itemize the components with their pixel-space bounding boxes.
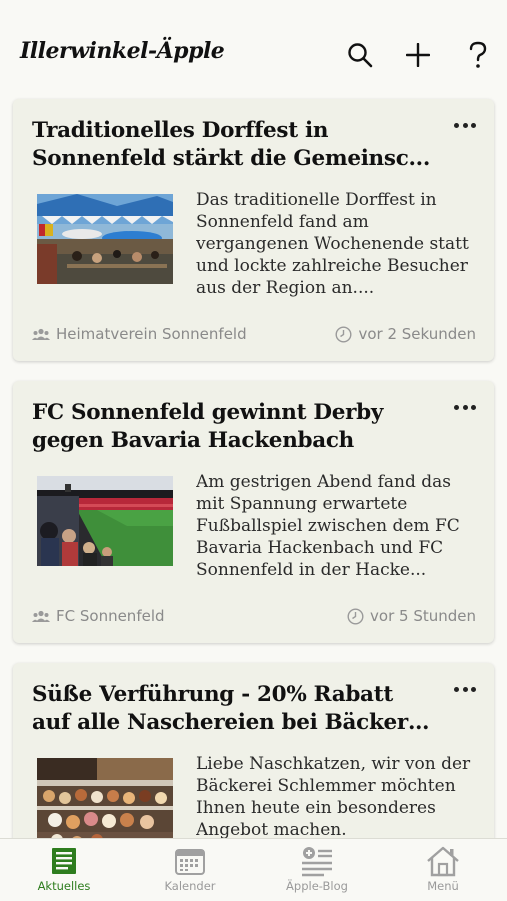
bakery-pastries-photo[interactable]	[37, 758, 173, 840]
group-icon	[32, 610, 50, 622]
post-card[interactable]: FC Sonnenfeld gewinnt Derby gegen Bavari…	[13, 381, 494, 643]
post-card[interactable]: Süße Verführung - 20% Rabatt auf alle Na…	[13, 663, 494, 840]
clock-icon	[347, 607, 364, 625]
bottom-tab-bar: Aktuelles Kalender Äpple-Blog Menü	[0, 838, 507, 901]
group-icon	[32, 328, 50, 340]
post-excerpt: Das traditionelle Dorffest in Sonnenfeld…	[196, 190, 469, 298]
tab-label: Kalender	[164, 879, 216, 893]
clock-icon	[335, 325, 352, 343]
more-options-icon[interactable]	[454, 685, 476, 693]
post-title[interactable]: FC Sonnenfeld gewinnt Derby gegen Bavari…	[32, 399, 432, 455]
village-festival-photo[interactable]	[37, 194, 173, 284]
more-options-icon[interactable]	[454, 403, 476, 411]
calendar-icon	[174, 843, 206, 879]
home-icon	[426, 843, 460, 879]
news-icon	[49, 843, 79, 879]
search-icon[interactable]	[345, 40, 375, 70]
blog-icon	[300, 843, 334, 879]
post-author[interactable]: FC Sonnenfeld	[32, 606, 165, 626]
post-time-label: vor 5 Stunden	[370, 607, 476, 625]
post-timestamp: vor 2 Sekunden	[335, 324, 476, 344]
tab-aepple-blog[interactable]: Äpple-Blog	[262, 843, 372, 899]
football-stadium-photo[interactable]	[37, 476, 173, 566]
tab-label: Menü	[427, 879, 459, 893]
app-header: Illerwinkel-Äpple	[0, 0, 507, 92]
post-timestamp: vor 5 Stunden	[347, 606, 476, 626]
post-excerpt: Liebe Naschkatzen, wir von der Bäckerei …	[196, 754, 471, 840]
post-author-name: Heimatverein Sonnenfeld	[56, 325, 247, 343]
tab-menue[interactable]: Menü	[388, 843, 498, 899]
post-excerpt: Am gestrigen Abend fand das mit Spannung…	[196, 472, 460, 580]
tab-label: Äpple-Blog	[286, 879, 348, 893]
tab-kalender[interactable]: Kalender	[135, 843, 245, 899]
tab-label: Aktuelles	[37, 879, 91, 893]
plus-icon[interactable]	[403, 40, 433, 70]
post-card[interactable]: Traditionelles Dorffest in Sonnenfeld st…	[13, 99, 494, 361]
post-time-label: vor 2 Sekunden	[358, 325, 476, 343]
post-author[interactable]: Heimatverein Sonnenfeld	[32, 324, 247, 344]
app-title: Illerwinkel-Äpple	[20, 38, 225, 64]
post-title[interactable]: Traditionelles Dorffest in Sonnenfeld st…	[32, 117, 432, 173]
tab-aktuelles[interactable]: Aktuelles	[9, 843, 119, 899]
more-options-icon[interactable]	[454, 121, 476, 129]
help-icon[interactable]	[463, 40, 493, 70]
news-feed[interactable]: Traditionelles Dorffest in Sonnenfeld st…	[0, 92, 507, 840]
post-author-name: FC Sonnenfeld	[56, 607, 165, 625]
post-title[interactable]: Süße Verführung - 20% Rabatt auf alle Na…	[32, 681, 432, 737]
